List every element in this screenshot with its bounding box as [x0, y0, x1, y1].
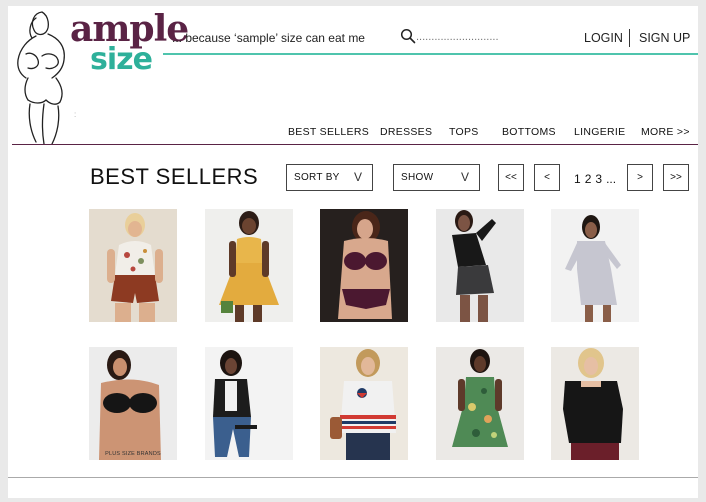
- product-card[interactable]: [436, 347, 524, 460]
- prev-page-button[interactable]: <: [534, 164, 560, 191]
- login-link[interactable]: LOGIN: [584, 31, 623, 45]
- product-card[interactable]: [320, 347, 408, 460]
- page-link-3[interactable]: 3: [595, 172, 602, 186]
- last-page-button[interactable]: >>: [663, 164, 689, 191]
- nav-item-more[interactable]: MORE >>: [641, 126, 690, 138]
- product-card[interactable]: [89, 209, 177, 322]
- nav-item-lingerie[interactable]: LINGERIE: [574, 126, 625, 138]
- sort-by-label: SORT BY: [294, 172, 340, 183]
- nav-item-bottoms[interactable]: BOTTOMS: [502, 126, 556, 138]
- woman-black-top-skirt-photo: [436, 209, 524, 322]
- page-ellipsis: ...: [606, 172, 617, 186]
- nav-divider: [12, 144, 698, 145]
- search-input[interactable]: [416, 30, 560, 44]
- show-label: SHOW: [401, 172, 434, 183]
- product-card[interactable]: [551, 209, 639, 322]
- first-page-button[interactable]: <<: [498, 164, 524, 191]
- chevron-down-icon: V: [353, 170, 362, 184]
- product-card[interactable]: [320, 209, 408, 322]
- page-link-2[interactable]: 2: [585, 172, 592, 186]
- nav-item-tops[interactable]: TOPS: [449, 126, 479, 138]
- tagline: ... because ‘sample’ size can eat me: [172, 31, 365, 45]
- product-caption: PLUS SIZE BRANDS: [105, 451, 161, 457]
- page: ample size : ... because ‘sample’ size c…: [8, 6, 698, 498]
- woman-yellow-dress-photo: [205, 209, 293, 322]
- logo-size-text[interactable]: size: [90, 42, 153, 77]
- page-link-1[interactable]: 1: [574, 172, 581, 186]
- nav-item-dresses[interactable]: DRESSES: [380, 126, 432, 138]
- woman-grey-wrap-dress-photo: [551, 209, 639, 322]
- header-divider: [629, 29, 630, 47]
- pagination-pages: 1 2 3...: [574, 172, 620, 186]
- logo-mark: :: [74, 110, 77, 119]
- product-card[interactable]: [436, 209, 524, 322]
- product-card[interactable]: [205, 347, 293, 460]
- product-card[interactable]: [551, 347, 639, 460]
- chevron-down-icon: V: [460, 170, 469, 184]
- sort-by-dropdown[interactable]: SORT BY V: [286, 164, 373, 191]
- show-dropdown[interactable]: SHOW V: [393, 164, 480, 191]
- signup-link[interactable]: SIGN UP: [639, 31, 690, 45]
- page-title: BEST SELLERS: [90, 164, 259, 189]
- woman-black-bra-photo: [89, 347, 177, 460]
- header-accent-line: [163, 53, 698, 55]
- product-card[interactable]: PLUS SIZE BRANDS: [89, 347, 177, 460]
- woman-burgundy-lingerie-photo: [320, 209, 408, 322]
- woman-floral-dress-photo: [436, 347, 524, 460]
- woman-black-jacket-jeans-photo: [205, 347, 293, 460]
- search-icon[interactable]: [400, 28, 416, 44]
- main-nav: BEST SELLERS DRESSES TOPS BOTTOMS LINGER…: [8, 126, 698, 142]
- product-card[interactable]: [205, 209, 293, 322]
- woman-black-top-photo: [551, 347, 639, 460]
- footer-divider: [8, 477, 698, 478]
- woman-striped-sweater-photo: [320, 347, 408, 460]
- next-page-button[interactable]: >: [627, 164, 653, 191]
- woman-floral-top-shorts-photo: [89, 209, 177, 322]
- nav-item-best-sellers[interactable]: BEST SELLERS: [288, 126, 369, 138]
